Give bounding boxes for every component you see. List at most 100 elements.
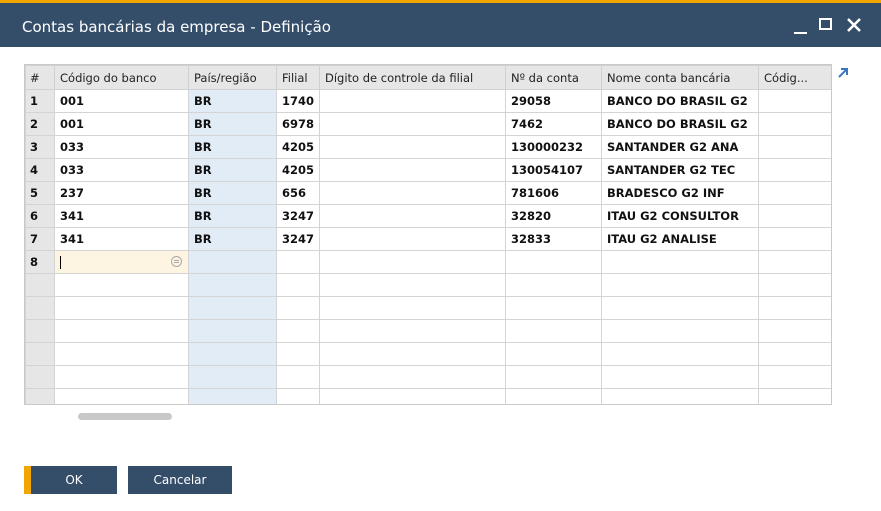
horizontal-scrollbar-thumb[interactable]	[78, 413, 172, 420]
bank-code-cell[interactable]	[54, 250, 189, 274]
empty-cell	[601, 365, 759, 389]
code-cell[interactable]	[758, 158, 831, 182]
empty-cell	[276, 365, 320, 389]
account-number-cell[interactable]: 32833	[505, 227, 602, 251]
account-number-cell[interactable]: 130000232	[505, 135, 602, 159]
code-cell[interactable]	[758, 135, 831, 159]
branch-cell[interactable]: 3247	[276, 227, 320, 251]
table-row[interactable]: 5 237 BR 656 781606 BRADESCO G2 INF	[25, 181, 831, 205]
country-cell[interactable]: BR	[188, 158, 277, 182]
account-number-cell[interactable]: 32820	[505, 204, 602, 228]
table-row[interactable]: 7 341 BR 3247 32833 ITAU G2 ANALISE	[25, 227, 831, 251]
code-cell[interactable]	[758, 89, 831, 113]
row-number: 5	[25, 181, 55, 205]
country-cell[interactable]: BR	[188, 112, 277, 136]
branch-digit-cell[interactable]	[319, 158, 506, 182]
country-cell[interactable]: BR	[188, 89, 277, 113]
account-name-cell[interactable]: BANCO DO BRASIL G2	[601, 112, 759, 136]
bank-code-cell[interactable]: 033	[54, 158, 189, 182]
column-header-6[interactable]: Nome conta bancária	[601, 65, 759, 90]
branch-cell[interactable]: 1740	[276, 89, 320, 113]
bank-accounts-grid: # Código do banco País/região Filial Dígito …	[24, 64, 832, 405]
code-cell[interactable]	[758, 227, 831, 251]
column-header-0[interactable]: #	[25, 65, 55, 90]
empty-cell	[54, 342, 189, 366]
country-cell[interactable]	[188, 250, 277, 274]
close-button[interactable]	[843, 12, 867, 38]
code-cell[interactable]	[758, 250, 831, 274]
account-name-cell[interactable]: ITAU G2 ANALISE	[601, 227, 759, 251]
account-number-cell[interactable]: 29058	[505, 89, 602, 113]
branch-cell[interactable]: 656	[276, 181, 320, 205]
branch-digit-cell[interactable]	[319, 227, 506, 251]
table-row[interactable]: 8	[25, 250, 831, 274]
account-number-cell[interactable]: 7462	[505, 112, 602, 136]
account-name-cell[interactable]: SANTANDER G2 ANA	[601, 135, 759, 159]
row-number: 3	[25, 135, 55, 159]
table-row[interactable]: 1 001 BR 1740 29058 BANCO DO BRASIL G2	[25, 89, 831, 113]
account-name-cell[interactable]: SANTANDER G2 TEC	[601, 158, 759, 182]
minimize-button[interactable]	[790, 12, 814, 38]
bank-code-cell[interactable]: 001	[54, 112, 189, 136]
account-number-cell[interactable]: 781606	[505, 181, 602, 205]
account-name-cell[interactable]: ITAU G2 CONSULTOR	[601, 204, 759, 228]
ok-button[interactable]: OK	[31, 466, 117, 494]
branch-digit-cell[interactable]	[319, 89, 506, 113]
window-title: Contas bancárias da empresa - Definição	[22, 18, 331, 36]
empty-cell	[319, 273, 506, 297]
row-number: 6	[25, 204, 55, 228]
empty-cell	[758, 319, 831, 343]
account-name-cell[interactable]: BANCO DO BRASIL G2	[601, 89, 759, 113]
close-icon	[847, 18, 861, 32]
maximize-button[interactable]	[815, 12, 839, 38]
lookup-list-icon[interactable]	[171, 256, 182, 267]
branch-cell[interactable]: 4205	[276, 135, 320, 159]
branch-cell[interactable]: 3247	[276, 204, 320, 228]
account-name-cell[interactable]	[601, 250, 759, 274]
row-number: 8	[25, 250, 55, 274]
account-number-cell[interactable]	[505, 250, 602, 274]
bank-code-cell[interactable]: 001	[54, 89, 189, 113]
code-cell[interactable]	[758, 204, 831, 228]
account-name-cell[interactable]: BRADESCO G2 INF	[601, 181, 759, 205]
code-cell[interactable]	[758, 181, 831, 205]
empty-row	[25, 388, 831, 404]
table-row[interactable]: 4 033 BR 4205 130054107 SANTANDER G2 TEC	[25, 158, 831, 182]
branch-digit-cell[interactable]	[319, 135, 506, 159]
column-header-3[interactable]: Filial	[276, 65, 320, 90]
expand-arrow-icon[interactable]	[836, 66, 850, 80]
branch-digit-cell[interactable]	[319, 204, 506, 228]
bank-code-cell[interactable]: 237	[54, 181, 189, 205]
empty-cell	[54, 319, 189, 343]
bank-code-cell[interactable]: 341	[54, 204, 189, 228]
column-header-1[interactable]: Código do banco	[54, 65, 189, 90]
column-header-2[interactable]: País/região	[188, 65, 277, 90]
code-cell[interactable]	[758, 112, 831, 136]
table-row[interactable]: 2 001 BR 6978 7462 BANCO DO BRASIL G2	[25, 112, 831, 136]
cancel-button[interactable]: Cancelar	[128, 466, 232, 494]
table-row[interactable]: 6 341 BR 3247 32820 ITAU G2 CONSULTOR	[25, 204, 831, 228]
branch-cell[interactable]: 6978	[276, 112, 320, 136]
empty-row	[25, 342, 831, 366]
column-header-5[interactable]: Nº da conta	[505, 65, 602, 90]
empty-row	[25, 319, 831, 343]
table-row[interactable]: 3 033 BR 4205 130000232 SANTANDER G2 ANA	[25, 135, 831, 159]
column-header-4[interactable]: Dígito de controle da filial	[319, 65, 506, 90]
country-cell[interactable]: BR	[188, 181, 277, 205]
bank-code-cell[interactable]: 341	[54, 227, 189, 251]
empty-cell	[25, 388, 55, 404]
branch-cell[interactable]: 4205	[276, 158, 320, 182]
branch-digit-cell[interactable]	[319, 112, 506, 136]
branch-digit-cell[interactable]	[319, 181, 506, 205]
empty-cell	[601, 342, 759, 366]
column-header-7[interactable]: Códig...	[758, 65, 831, 90]
branch-digit-cell[interactable]	[319, 250, 506, 274]
branch-cell[interactable]	[276, 250, 320, 274]
country-cell[interactable]: BR	[188, 204, 277, 228]
bank-code-cell[interactable]: 033	[54, 135, 189, 159]
account-number-cell[interactable]: 130054107	[505, 158, 602, 182]
country-cell[interactable]: BR	[188, 227, 277, 251]
country-cell[interactable]: BR	[188, 135, 277, 159]
empty-cell	[188, 296, 277, 320]
empty-cell	[188, 342, 277, 366]
